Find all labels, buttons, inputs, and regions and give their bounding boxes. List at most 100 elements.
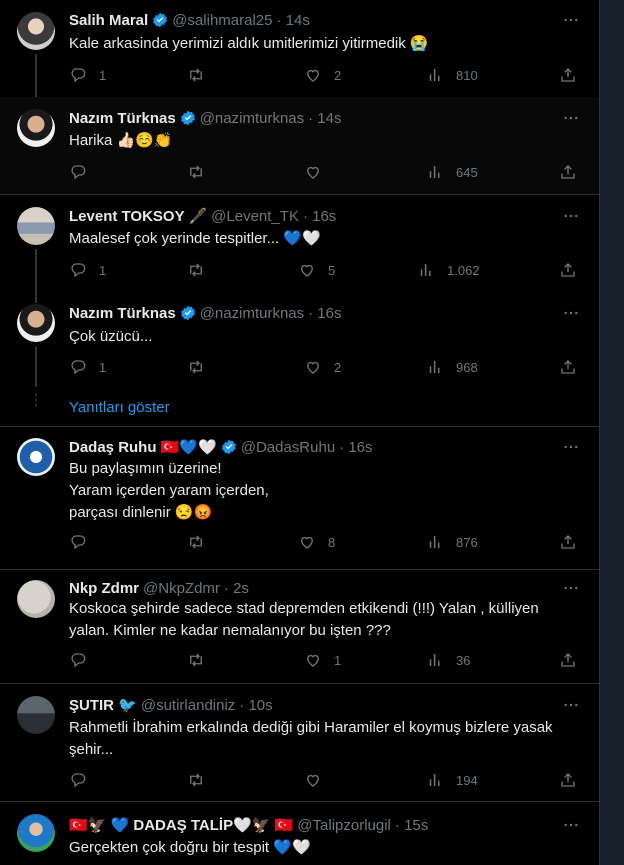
more-icon[interactable]	[562, 816, 580, 834]
thread-line	[35, 249, 37, 303]
more-icon[interactable]	[562, 438, 580, 456]
author-handle[interactable]: @NkpZdmr	[143, 580, 220, 597]
more-icon[interactable]	[562, 579, 580, 597]
retweet-icon	[190, 360, 202, 374]
like-button[interactable]: 2	[304, 66, 341, 84]
tweet-header: Nazım Türknas @nazimturknas · 16s	[69, 303, 342, 323]
tweet-time[interactable]: · 2s	[224, 580, 249, 597]
tweet-time[interactable]: · 16s	[339, 439, 372, 456]
share-button[interactable]	[559, 66, 577, 84]
share-button[interactable]	[559, 261, 577, 279]
tweet[interactable]: ŞUTIR 🐦 @sutirlandiniz · 10s Rahmetli İb…	[0, 684, 599, 802]
like-button[interactable]	[304, 771, 334, 789]
verified-icon	[180, 110, 195, 126]
tweet-time[interactable]: · 10s	[239, 697, 272, 714]
retweet-button[interactable]	[187, 651, 217, 669]
reply-button[interactable]: 1	[69, 261, 106, 279]
avatar[interactable]	[17, 12, 55, 50]
more-icon[interactable]	[562, 207, 580, 225]
reply-button[interactable]	[69, 533, 99, 551]
view-count: 1.062	[447, 262, 480, 278]
author-handle[interactable]: @nazimturknas	[200, 110, 304, 127]
share-button[interactable]	[559, 533, 577, 551]
like-button[interactable]: 5	[298, 261, 335, 279]
like-button[interactable]	[304, 163, 334, 181]
tweet-actions: 1 2 968	[69, 358, 589, 378]
share-button[interactable]	[559, 358, 577, 376]
more-icon[interactable]	[562, 109, 580, 127]
verified-icon	[221, 439, 236, 455]
share-button[interactable]	[559, 651, 577, 669]
tweet[interactable]: Salih Maral @salihmaral25 · 14s Kale ark…	[0, 0, 599, 97]
tweet-time[interactable]: · 14s	[308, 110, 341, 127]
like-button[interactable]: 8	[298, 533, 335, 551]
avatar[interactable]	[17, 814, 55, 852]
share-button[interactable]	[559, 163, 577, 181]
tweet[interactable]: Nkp Zdmr @NkpZdmr · 2s Koskoca şehirde s…	[0, 570, 599, 684]
views-button[interactable]: 194	[426, 771, 478, 789]
retweet-button[interactable]	[187, 66, 217, 84]
views-button[interactable]: 645	[426, 163, 478, 181]
retweet-icon	[190, 165, 202, 179]
author-handle[interactable]: @sutirlandiniz	[141, 697, 235, 714]
like-icon	[307, 166, 319, 179]
avatar[interactable]	[17, 207, 55, 245]
like-button[interactable]: 1	[304, 651, 341, 669]
author-name[interactable]: Dadaş Ruhu 🇹🇷💙🤍	[69, 438, 217, 456]
author-name[interactable]: 🇹🇷🦅 💙 DADAŞ TALİP🤍🦅 🇹🇷	[69, 816, 293, 834]
author-name[interactable]: ŞUTIR 🐦	[69, 696, 137, 714]
author-handle[interactable]: @DadasRuhu	[241, 439, 335, 456]
show-replies-link[interactable]: Yanıtları göster	[69, 399, 170, 416]
view-count: 876	[456, 534, 478, 550]
avatar[interactable]	[17, 109, 55, 147]
avatar[interactable]	[17, 304, 55, 342]
avatar[interactable]	[17, 696, 55, 734]
author-name[interactable]: Nkp Zdmr	[69, 580, 139, 597]
share-button[interactable]	[559, 771, 577, 789]
tweet[interactable]: 🇹🇷🦅 💙 DADAŞ TALİP🤍🦅 🇹🇷 @Talipzorlugil · …	[0, 802, 599, 865]
author-name[interactable]: Levent TOKSOY 🖋️	[69, 207, 207, 225]
author-handle[interactable]: @Talipzorlugil	[297, 817, 391, 834]
views-button[interactable]: 1.062	[417, 261, 480, 279]
more-icon[interactable]	[562, 11, 580, 29]
author-name[interactable]: Nazım Türknas	[69, 305, 176, 322]
retweet-button[interactable]	[187, 533, 217, 551]
tweet-time[interactable]: · 14s	[276, 12, 309, 29]
avatar[interactable]	[17, 438, 55, 476]
more-icon[interactable]	[562, 304, 580, 322]
author-name[interactable]: Salih Maral	[69, 12, 148, 29]
reply-button[interactable]	[69, 651, 99, 669]
like-button[interactable]: 2	[304, 358, 341, 376]
views-button[interactable]: 876	[426, 533, 478, 551]
author-handle[interactable]: @nazimturknas	[200, 305, 304, 322]
avatar[interactable]	[17, 580, 55, 618]
more-icon[interactable]	[562, 696, 580, 714]
tweet-time[interactable]: · 15s	[395, 817, 428, 834]
retweet-button[interactable]	[187, 771, 217, 789]
tweet-time[interactable]: · 16s	[308, 305, 341, 322]
views-button[interactable]: 968	[426, 358, 478, 376]
reply-button[interactable]	[69, 163, 99, 181]
retweet-button[interactable]	[187, 163, 217, 181]
reply-button[interactable]: 1	[69, 66, 106, 84]
tweet-header: Nkp Zdmr @NkpZdmr · 2s	[69, 578, 249, 598]
tweet[interactable]: Nazım Türknas @nazimturknas · 14s Harika…	[0, 97, 599, 195]
retweet-button[interactable]	[187, 261, 217, 279]
tweet-actions: 645	[69, 163, 589, 183]
share-icon	[561, 165, 575, 179]
views-button[interactable]: 36	[426, 651, 470, 669]
reply-button[interactable]: 1	[69, 358, 106, 376]
author-handle[interactable]: @salihmaral25	[172, 12, 272, 29]
tweet-time[interactable]: · 16s	[303, 208, 336, 225]
views-icon	[429, 361, 440, 373]
author-name[interactable]: Nazım Türknas	[69, 110, 176, 127]
author-handle[interactable]: @Levent_TK	[211, 208, 299, 225]
tweet-actions: 1 5 1.062	[69, 261, 589, 281]
like-count: 8	[328, 534, 336, 550]
retweet-button[interactable]	[187, 358, 217, 376]
retweet-icon	[190, 263, 202, 277]
tweet[interactable]: Dadaş Ruhu 🇹🇷💙🤍 @DadasRuhu · 16s Bu payl…	[0, 427, 599, 570]
views-button[interactable]: 810	[426, 66, 478, 84]
reply-button[interactable]	[69, 771, 99, 789]
views-icon	[429, 166, 440, 178]
